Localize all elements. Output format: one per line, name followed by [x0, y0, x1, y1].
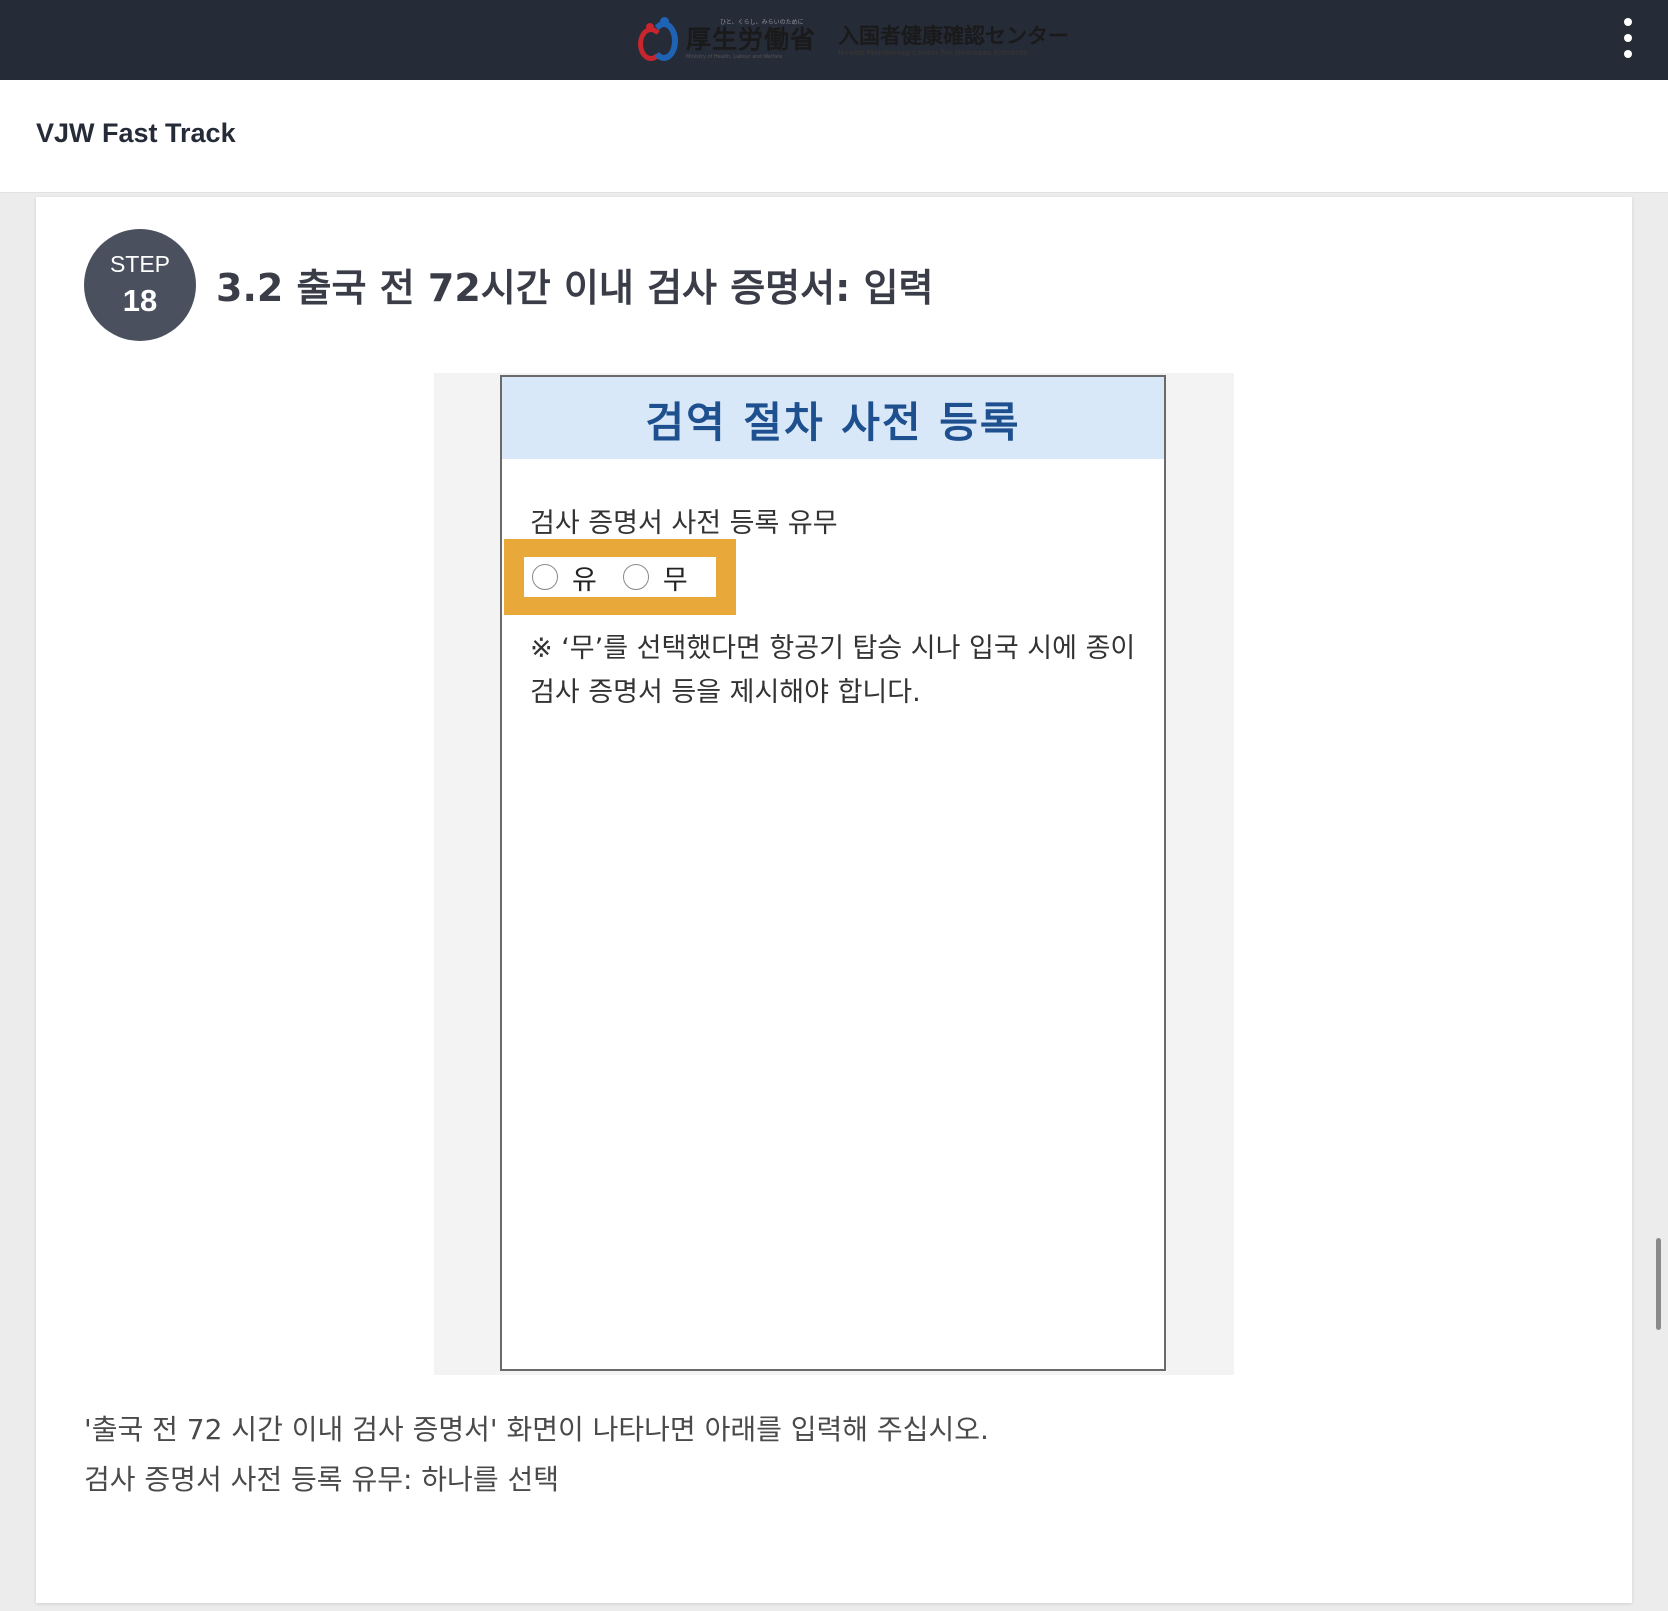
- radio-label-yes: 유: [572, 564, 597, 596]
- nav-bar: VJW Fast Track: [0, 80, 1668, 193]
- step-label: STEP: [109, 251, 171, 277]
- app-title[interactable]: VJW Fast Track: [36, 118, 236, 149]
- step-title: 3.2 출국 전 72시간 이내 검사 증명서: 입력: [216, 266, 934, 310]
- radio-circle-icon[interactable]: [622, 564, 649, 590]
- mhlw-logo[interactable]: ひと、くらし、みらいのために 厚生労働省 Ministry of Health,…: [636, 16, 1069, 64]
- example-screenshot: 검역 절차 사전 등록 검사 증명서 사전 등록 유무 유 무 ※ ‘무’를 선…: [434, 373, 1234, 1375]
- top-header-bar: ひと、くらし、みらいのために 厚生労働省 Ministry of Health,…: [0, 0, 1668, 80]
- step-badge: STEP 18: [84, 229, 196, 341]
- mhlw-logo-icon: [636, 17, 682, 63]
- kebab-menu-icon[interactable]: [1618, 18, 1638, 62]
- logo-ministry-name: 厚生労働省: [686, 25, 817, 54]
- step-number: 18: [122, 283, 158, 318]
- radio-circle-icon[interactable]: [532, 564, 558, 590]
- logo-center-name: 入国者健康確認センター: [838, 23, 1070, 48]
- highlight-box: 유 무: [504, 539, 736, 615]
- phone-header-title: 검역 절차 사전 등록: [645, 398, 1021, 447]
- logo-ministry-english: Ministry of Health, Labour and Welfare: [686, 54, 783, 60]
- logo-center-english: Health Monitoring Center for Overseas En…: [838, 48, 1028, 57]
- note-text: ※ ‘무’를 선택했다면 항공기 탑승 시나 입국 시에 종이 검사 증명서 등…: [530, 633, 1136, 708]
- description-line-1: '출국 전 72 시간 이내 검사 증명서' 화면이 나타나면 아래를 입력해 …: [84, 1413, 989, 1446]
- radio-option-no[interactable]: 무: [622, 558, 688, 597]
- step-card: STEP 18 3.2 출국 전 72시간 이내 검사 증명서: 입력 검역 절…: [36, 197, 1632, 1603]
- description-line-2: 검사 증명서 사전 등록 유무: 하나를 선택: [84, 1463, 559, 1496]
- certificate-question: 검사 증명서 사전 등록 유무: [530, 508, 838, 539]
- phone-screen: 검역 절차 사전 등록 검사 증명서 사전 등록 유무 유 무 ※ ‘무’를 선…: [500, 375, 1166, 1371]
- radio-option-yes[interactable]: 유: [532, 558, 597, 597]
- radio-group: 유 무: [524, 557, 716, 597]
- radio-label-no: 무: [662, 564, 688, 596]
- step-description: '출국 전 72 시간 이내 검사 증명서' 화면이 나타나면 아래를 입력해 …: [84, 1405, 989, 1505]
- scrollbar-thumb[interactable]: [1656, 1238, 1661, 1330]
- phone-header: 검역 절차 사전 등록: [502, 377, 1164, 459]
